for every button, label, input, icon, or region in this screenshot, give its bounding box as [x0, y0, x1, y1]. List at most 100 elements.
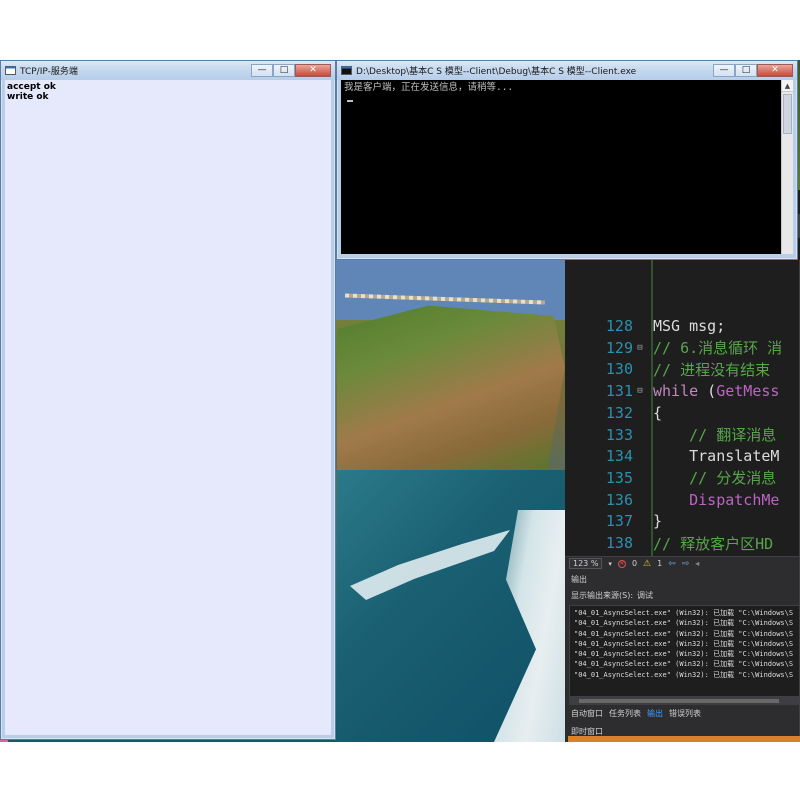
- output-line: "04_01_AsyncSelect.exe" (Win32): 已加载 "C:…: [574, 619, 794, 628]
- output-title: 输出: [571, 575, 587, 584]
- close-button[interactable]: ✕: [295, 64, 331, 77]
- line-number: 128: [605, 317, 633, 335]
- code-token: TranslateM: [653, 447, 780, 466]
- client-window-title: D:\Desktop\基本C S 模型--Client\Debug\基本C S …: [356, 67, 637, 77]
- code-line[interactable]: 135 // 分发消息: [565, 467, 800, 489]
- code-line[interactable]: 138 // 释放客户区HD: [565, 532, 800, 554]
- server-titlebar[interactable]: TCP/IP-服务端 — □ ✕: [1, 61, 335, 80]
- line-number: 129: [605, 338, 633, 357]
- code-line[interactable]: 136 DispatchMe: [565, 489, 800, 511]
- code-token: // 释放客户区HD: [653, 534, 774, 553]
- server-window-title: TCP/IP-服务端: [20, 67, 78, 77]
- log-line: accept ok: [7, 82, 56, 92]
- nav-forward-icon[interactable]: ⇨: [682, 559, 690, 569]
- code-token: // 分发消息: [653, 469, 777, 488]
- line-number: 136: [605, 490, 633, 509]
- editor-statusbar: 123 % ▾ ✕ 0 ⚠ 1 ⇦ ⇨ ◂: [565, 556, 800, 570]
- fold-toggle-icon[interactable]: ⊟: [633, 343, 647, 353]
- line-number: 137: [605, 512, 633, 531]
- ide-panel: 128 MSG msg; 129 ⊟// 6.消息循环 消 130// 进程没有结束 13…: [565, 260, 800, 742]
- bottom-tool-tabs: 自动窗口 任务列表 输出 错误列表: [565, 708, 800, 722]
- tool-tab[interactable]: 自动窗口: [571, 708, 603, 722]
- code-line[interactable]: 134 TranslateM: [565, 445, 800, 467]
- close-button[interactable]: ✕: [757, 64, 793, 77]
- zoom-dropdown-icon[interactable]: ▾: [608, 560, 612, 568]
- console-app-icon: [341, 66, 352, 75]
- code-line[interactable]: 132 {: [565, 402, 800, 424]
- server-client-area[interactable]: accept ok write ok: [5, 80, 331, 735]
- output-hscrollbar[interactable]: [569, 697, 800, 705]
- client-console-window: D:\Desktop\基本C S 模型--Client\Debug\基本C S …: [336, 60, 798, 260]
- code-text: // 进程没有结束: [647, 359, 770, 380]
- code-line[interactable]: 131 ⊟ while (GetMess: [565, 380, 800, 402]
- tool-tab[interactable]: 输出: [647, 708, 663, 722]
- log-line: write ok: [7, 92, 49, 102]
- code-token: // 6.消息循环 消: [653, 339, 783, 358]
- code-token: MSG msg;: [653, 317, 726, 335]
- line-number: 134: [605, 447, 633, 466]
- line-number: 132: [605, 403, 633, 422]
- fold-toggle-icon[interactable]: ⊟: [633, 386, 647, 396]
- output-source-label: 显示输出来源(S):: [571, 591, 634, 600]
- maximize-button[interactable]: □: [735, 64, 757, 77]
- zoom-level[interactable]: 123 %: [569, 558, 603, 569]
- line-number: 131: [605, 382, 633, 401]
- code-line[interactable]: 137}: [565, 510, 800, 532]
- server-window: TCP/IP-服务端 — □ ✕ accept ok write ok: [0, 60, 336, 740]
- code-token: }: [653, 512, 663, 531]
- output-line: "04_01_AsyncSelect.exe" (Win32): 已加载 "C:…: [574, 650, 794, 659]
- code-token: {: [653, 403, 663, 422]
- output-line: "04_01_AsyncSelect.exe" (Win32): 已加载 "C:…: [574, 629, 794, 638]
- code-token: while: [653, 382, 699, 401]
- code-text: while (GetMess: [647, 382, 779, 400]
- code-line[interactable]: 129 ⊟ // 6.消息循环 消: [565, 337, 800, 359]
- minimize-button[interactable]: —: [251, 64, 273, 77]
- console-output: 我是客户端，正在发送信息，请稍等...: [341, 80, 793, 108]
- console-cursor: [347, 100, 353, 102]
- nav-back-icon[interactable]: ⇦: [668, 559, 676, 569]
- code-token: // 进程没有结束: [653, 360, 771, 379]
- client-titlebar[interactable]: D:\Desktop\基本C S 模型--Client\Debug\基本C S …: [337, 61, 797, 80]
- output-line: "04_01_AsyncSelect.exe" (Win32): 已加载 "C:…: [574, 609, 794, 617]
- code-text: // 6.消息循环 消: [647, 337, 782, 358]
- code-line[interactable]: 128 MSG msg;: [565, 315, 800, 337]
- output-line: "04_01_AsyncSelect.exe" (Win32): 已加载 "C:…: [574, 639, 794, 648]
- desktop: 128 MSG msg; 129 ⊟// 6.消息循环 消 130// 进程没有结束 13…: [0, 60, 800, 742]
- code-line[interactable]: 130 // 进程没有结束: [565, 358, 800, 380]
- output-source-select[interactable]: 调试: [637, 590, 653, 600]
- line-number: 135: [605, 468, 633, 487]
- code-token: DispatchMe: [653, 490, 780, 509]
- code-text: }: [647, 512, 662, 530]
- warning-count[interactable]: 1: [657, 559, 662, 568]
- scroll-thumb[interactable]: [783, 94, 792, 134]
- output-source-row: 显示输出来源(S): 调试: [565, 587, 800, 603]
- code-token: // 翻译消息: [653, 426, 777, 444]
- code-token: GetMess: [716, 382, 780, 401]
- console-area[interactable]: 我是客户端，正在发送信息，请稍等... ▲: [341, 80, 793, 254]
- minimize-button[interactable]: —: [713, 64, 735, 77]
- output-hscroll-thumb[interactable]: [579, 699, 779, 703]
- maximize-button[interactable]: □: [273, 64, 295, 77]
- scroll-up-icon[interactable]: ▲: [782, 80, 793, 92]
- output-text[interactable]: "04_01_AsyncSelect.exe" (Win32): 已加载 "C:…: [569, 605, 800, 697]
- line-number: 130: [605, 360, 633, 379]
- server-log: accept ok write ok: [5, 80, 331, 104]
- console-scrollbar[interactable]: ▲: [781, 80, 793, 254]
- code-text: DispatchMe: [647, 491, 779, 509]
- error-icon: ✕: [617, 559, 626, 568]
- canvas: 128 MSG msg; 129 ⊟// 6.消息循环 消 130// 进程没有结束 13…: [0, 0, 800, 800]
- output-pane: 输出 显示输出来源(S): 调试 "04_01_AsyncSelect.exe"…: [565, 571, 800, 742]
- output-line: "04_01_AsyncSelect.exe" (Win32): 已加载 "C:…: [574, 670, 794, 679]
- console-message: 我是客户端，正在发送信息，请稍等...: [344, 82, 514, 93]
- code-text: MSG msg;: [647, 317, 725, 335]
- output-line: "04_01_AsyncSelect.exe" (Win32): 已加载 "C:…: [574, 660, 794, 669]
- tool-tab[interactable]: 错误列表: [669, 708, 701, 722]
- error-count[interactable]: 0: [632, 559, 637, 568]
- code-text: TranslateM: [647, 447, 779, 465]
- code-text: // 翻译消息: [647, 424, 776, 445]
- tool-tab[interactable]: 任务列表: [609, 708, 641, 722]
- hscroll-left-icon[interactable]: ◂: [695, 559, 699, 568]
- code-line[interactable]: 133 // 翻译消息: [565, 424, 800, 446]
- line-number: 133: [605, 425, 633, 444]
- code-editor[interactable]: 128 MSG msg; 129 ⊟// 6.消息循环 消 130// 进程没有结束 13…: [565, 260, 800, 560]
